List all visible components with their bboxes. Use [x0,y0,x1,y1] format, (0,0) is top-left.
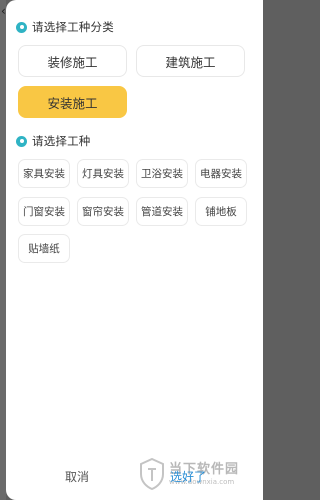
category-option-installation[interactable]: 安装施工 [18,86,127,118]
category-option-construction[interactable]: 建筑施工 [136,45,245,77]
section-category-header: 请选择工种分类 [16,19,114,35]
job-type-picker-sheet: 请选择工种分类 装修施工 建筑施工 安装施工 请选择工种 家具安装 灯具安装 卫… [6,0,263,500]
cancel-button[interactable]: 取消 [65,466,89,486]
job-option-door-window[interactable]: 门窗安装 [18,197,70,226]
dot-icon [16,135,27,147]
section-job-title: 请选择工种 [32,134,91,148]
job-option-appliance[interactable]: 电器安装 [195,159,247,188]
shield-logo-icon [140,458,164,490]
section-job-header: 请选择工种 [16,133,91,149]
job-option-furniture[interactable]: 家具安装 [18,159,70,188]
category-option-decoration[interactable]: 装修施工 [18,45,127,77]
job-option-pipe[interactable]: 管道安装 [136,197,188,226]
job-option-flooring[interactable]: 铺地板 [195,197,247,226]
job-option-wallpaper[interactable]: 贴墙纸 [18,234,70,263]
confirm-button[interactable]: 选好了 [170,466,206,486]
job-option-lighting[interactable]: 灯具安装 [77,159,129,188]
section-category-title: 请选择工种分类 [32,20,114,34]
dot-icon [16,21,27,33]
job-option-curtain[interactable]: 窗帘安装 [77,197,129,226]
job-option-bathroom[interactable]: 卫浴安装 [136,159,188,188]
